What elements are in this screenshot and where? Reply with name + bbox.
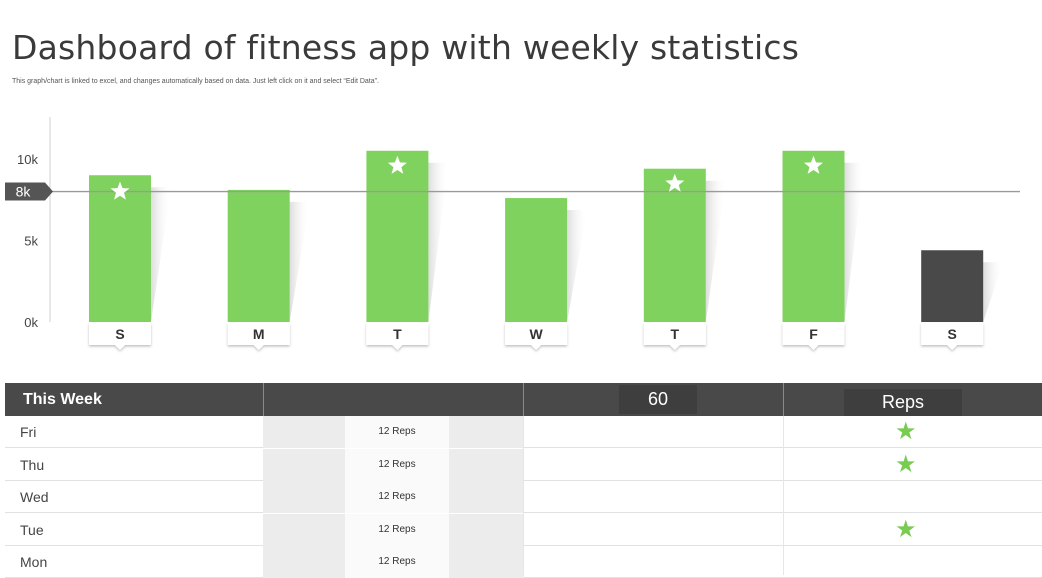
bar-shadow <box>844 162 865 322</box>
day-label: Wed <box>20 489 49 505</box>
page-subtitle: This graph/chart is linked to excel, and… <box>12 78 379 85</box>
star-icon: ★ <box>895 418 917 445</box>
bar <box>227 189 290 322</box>
day-label: M <box>253 326 265 342</box>
bar <box>921 250 984 322</box>
unit-header-cell: Reps <box>784 383 1042 416</box>
bar <box>89 175 151 322</box>
bar-shadow <box>705 180 726 322</box>
day-label: F <box>809 326 818 342</box>
day-label: Fri <box>20 424 37 440</box>
table-header: This Week 60 Reps <box>5 383 1042 416</box>
y-tick-label: 10k <box>17 152 38 167</box>
reps-value: 12 Reps <box>345 481 449 513</box>
bar-shadow <box>428 162 449 322</box>
count-header-cell: 60 <box>524 383 784 416</box>
day-label: Thu <box>20 456 45 473</box>
reps-value: 12 Reps <box>345 416 449 448</box>
bar <box>782 150 845 322</box>
bar-shadow <box>289 201 310 322</box>
header-spacer <box>264 383 524 416</box>
y-tick-label: 0k <box>24 315 38 330</box>
weekly-table: This Week 60 Reps 12 Reps Fri ★ 12 Reps Thu ★… <box>5 383 1042 578</box>
column-divider <box>523 416 524 575</box>
target-label: 8k <box>16 184 32 200</box>
day-label: Mon <box>20 554 48 570</box>
star-icon: ★ <box>895 515 917 543</box>
day-label: S <box>948 326 957 342</box>
column-divider <box>783 416 784 575</box>
bar <box>366 150 429 322</box>
y-tick-label: 5k <box>24 233 38 248</box>
reps-value: 12 Reps <box>345 546 449 578</box>
this-week-header: This Week <box>5 383 264 416</box>
bar-shadow <box>983 262 1004 322</box>
bar-shadow <box>151 187 171 322</box>
day-label: W <box>529 326 543 342</box>
star-icon: ★ <box>895 450 917 478</box>
unit-label: Reps <box>844 389 962 416</box>
day-label: T <box>393 326 402 342</box>
day-label: S <box>115 326 124 342</box>
reps-value: 12 Reps <box>345 448 449 481</box>
weekly-bar-chart: 0k 5k 10k S M T W T F S 8k <box>5 117 1020 350</box>
total-count: 60 <box>619 385 697 414</box>
page-title: Dashboard of fitness app with weekly sta… <box>12 28 800 67</box>
reps-value: 12 Reps <box>345 513 449 546</box>
day-label: Tue <box>20 521 44 538</box>
bar <box>505 198 568 322</box>
bar-shadow <box>567 210 588 322</box>
day-label: T <box>671 326 680 342</box>
